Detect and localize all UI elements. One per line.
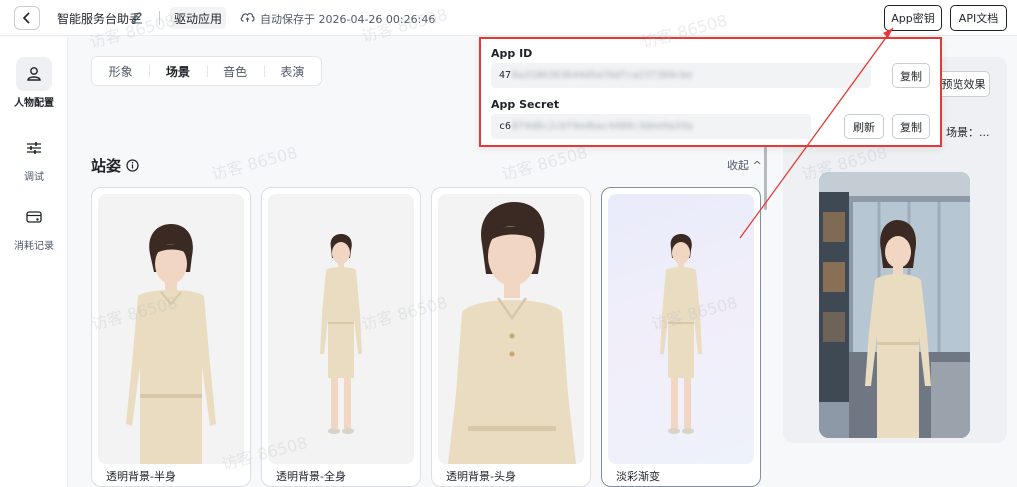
- annotation-arrow: [739, 27, 894, 239]
